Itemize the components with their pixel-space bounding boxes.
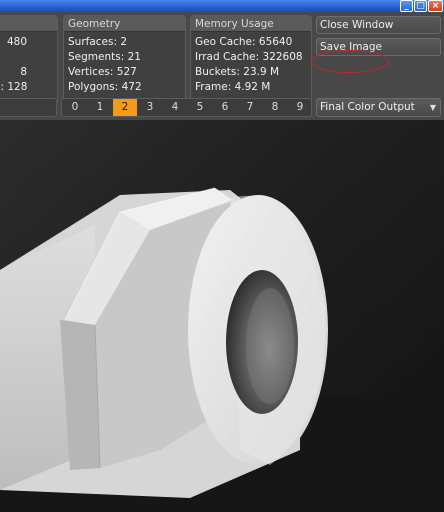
frame-tab-3[interactable]: 3 [138,99,162,116]
geo-cache-value: Geo Cache: 65640 [195,36,293,48]
frame-tab-5[interactable]: 5 [188,99,212,116]
frame-tab-6[interactable]: 6 [213,99,237,116]
stats-panel-bar: 480 8 s: 128 Geometry Surfaces: 2 Segmen… [0,12,444,120]
save-image-button[interactable]: Save Image [316,38,441,56]
frame-memory-value: Frame: 4.92 M [195,81,271,93]
frame-tab-0[interactable]: 0 [63,99,87,116]
left-control-partial[interactable] [0,98,57,117]
frame-tab-9[interactable]: 9 [288,99,312,116]
statistics-panel-header [0,16,57,32]
frame-tab-8[interactable]: 8 [263,99,287,116]
segments-count: Segments: 21 [68,51,141,63]
geometry-panel: Geometry Surfaces: 2 Segments: 21 Vertic… [63,15,186,104]
statistics-panel-partial: 480 8 s: 128 [0,15,58,104]
maximize-button[interactable]: □ [414,0,427,12]
irrad-cache-value: Irrad Cache: 322608 [195,51,303,63]
output-type-select[interactable]: Final Color Output ▼ [316,98,441,117]
memory-usage-panel: Memory Usage Geo Cache: 65640 Irrad Cach… [190,15,312,104]
output-type-value: Final Color Output [320,101,415,113]
rendered-nut-image [0,120,444,512]
geometry-panel-title: Geometry [64,16,185,32]
triangle-down-icon: ▼ [429,103,436,112]
render-viewport [0,120,444,512]
surfaces-count: Surfaces: 2 [68,36,128,48]
close-window-button[interactable]: Close Window [316,16,441,34]
statistics-panel-body: 480 8 s: 128 [0,32,57,95]
polygons-count: Polygons: 472 [68,81,142,93]
stat-line [0,50,27,65]
close-window-x-button[interactable]: × [428,0,443,12]
stat-line: 480 [6,36,27,48]
vertices-count: Vertices: 527 [68,66,137,78]
geometry-panel-body: Surfaces: 2 Segments: 21 Vertices: 527 P… [64,32,185,95]
memory-panel-title: Memory Usage [191,16,311,32]
minimize-button[interactable]: _ [400,0,413,12]
frame-tab-4[interactable]: 4 [163,99,187,116]
memory-panel-body: Geo Cache: 65640 Irrad Cache: 322608 Buc… [191,32,311,95]
frame-tab-2[interactable]: 2 [113,99,137,116]
stat-line: s: 128 [0,81,28,93]
title-bar: _ □ × [0,0,444,12]
buckets-value: Buckets: 23.9 M [195,66,280,78]
frame-tab-1[interactable]: 1 [88,99,112,116]
frame-tab-7[interactable]: 7 [238,99,262,116]
frame-buffer-tabs: 0 1 2 3 4 5 6 7 8 9 [61,98,312,117]
stat-line: 8 [20,66,27,78]
